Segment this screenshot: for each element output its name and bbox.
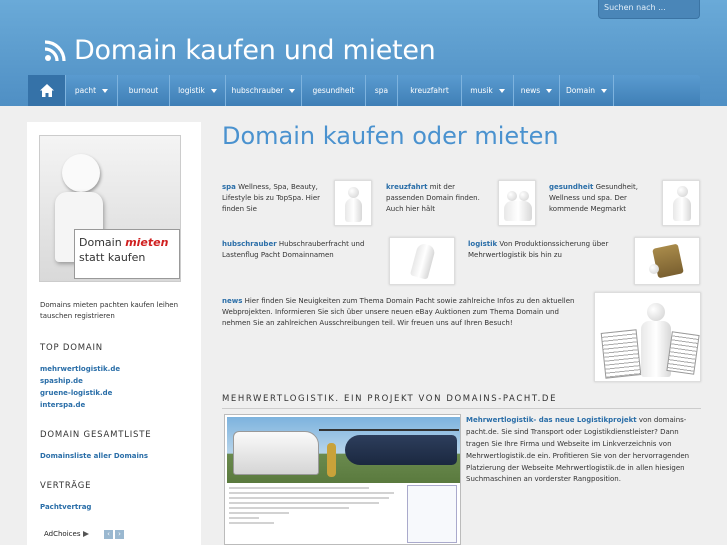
newspaper-icon — [666, 331, 700, 375]
person — [327, 443, 336, 477]
newspaper-icon — [600, 329, 642, 379]
chevron-down-icon — [210, 88, 217, 93]
blurb-link[interactable]: logistik — [468, 240, 497, 248]
helicopter-photo — [227, 417, 460, 483]
search-input[interactable]: Suchen nach ... — [598, 0, 700, 19]
blurb-link[interactable]: news — [222, 297, 242, 305]
thumb-hubschrauber[interactable] — [389, 237, 455, 285]
thumb-gesundheit[interactable] — [662, 180, 700, 226]
adchoices-icon — [83, 531, 90, 537]
page-preview-lines — [229, 487, 399, 527]
figure-head — [649, 264, 659, 274]
rotor — [319, 429, 459, 431]
page-preview-sidebar — [407, 485, 457, 543]
nav-item-domain[interactable]: Domain — [560, 75, 614, 106]
nav-item-news[interactable]: news — [514, 75, 560, 106]
figure-head — [677, 186, 688, 197]
chevron-down-icon — [601, 88, 608, 93]
project-screenshot[interactable] — [224, 414, 461, 545]
thumb-news[interactable] — [594, 292, 701, 382]
top-domain-link[interactable]: gruene-logistik.de — [40, 389, 112, 397]
figure-head — [519, 191, 529, 201]
project-link[interactable]: Mehrwertlogistik- das neue Logistikproje… — [466, 416, 637, 424]
blurb-link[interactable]: gesundheit — [549, 183, 593, 191]
figure-head — [62, 154, 100, 192]
nav-item-spa[interactable]: spa — [366, 75, 398, 106]
nav-item-logistik[interactable]: logistik — [170, 75, 226, 106]
site-header: Suchen nach ... Domain kaufen und mieten… — [0, 0, 727, 106]
divider — [222, 408, 701, 409]
blurb-link[interactable]: kreuzfahrt — [386, 183, 427, 191]
blurb-gesundheit: gesundheit Gesundheit, Wellness und spa.… — [549, 183, 638, 214]
van — [233, 431, 319, 475]
nav-item-burnout[interactable]: burnout — [118, 75, 170, 106]
blurb-link[interactable]: hubschrauber — [222, 240, 277, 248]
promo-image[interactable]: Domain mieten statt kaufen — [39, 135, 181, 282]
nav-item-musik[interactable]: musik — [462, 75, 514, 106]
main-nav: pacht burnout logistik hubschrauber gesu… — [28, 75, 700, 106]
nav-item-hubschrauber[interactable]: hubschrauber — [226, 75, 302, 106]
thumb-logistik[interactable] — [634, 237, 700, 285]
figure-body — [409, 242, 437, 280]
chevron-down-icon — [498, 88, 505, 93]
blurb-hubschrauber: hubschrauber Hubschrauberfracht und Last… — [222, 240, 365, 260]
nav-item-pacht[interactable]: pacht — [66, 75, 118, 106]
top-domain-link[interactable]: spaship.de — [40, 377, 83, 385]
helicopter — [345, 435, 457, 465]
vertraege-heading: VERTRÄGE — [40, 481, 92, 491]
promo-sign: Domain mieten statt kaufen — [74, 229, 180, 279]
chevron-down-icon — [102, 88, 109, 93]
section-title: MEHRWERTLOGISTIK. EIN PROJEKT VON DOMAIN… — [222, 394, 558, 404]
home-button[interactable] — [28, 75, 66, 106]
figure-head — [348, 187, 359, 198]
figure-body — [673, 197, 691, 221]
ad-next-button[interactable]: › — [115, 530, 124, 539]
blurb-logistik: logistik Von Produktionssicherung über M… — [468, 240, 609, 260]
figure-head — [507, 191, 517, 201]
figure-head — [647, 303, 665, 321]
sidebar: Domain mieten statt kaufen Domains miete… — [27, 122, 201, 545]
domainliste-link[interactable]: Domainsliste aller Domains — [40, 452, 148, 460]
top-domain-heading: TOP DOMAIN — [40, 343, 103, 353]
sidebar-intro: Domains mieten pachten kaufen leihen tau… — [40, 301, 179, 320]
pachtvertrag-link[interactable]: Pachtvertrag — [40, 503, 91, 511]
blurb-news: news Hier finden Sie Neuigkeiten zum The… — [222, 297, 575, 328]
thumb-kreuzfahrt[interactable] — [498, 180, 536, 226]
blurb-link[interactable]: spa — [222, 183, 236, 191]
nav-item-gesundheit[interactable]: gesundheit — [302, 75, 366, 106]
package-icon — [652, 243, 684, 279]
ad-prev-button[interactable]: ‹ — [104, 530, 113, 539]
blurb-kreuzfahrt: kreuzfahrt mit der passenden Domain find… — [386, 183, 480, 214]
figure-body — [345, 198, 362, 222]
gesamtliste-heading: DOMAIN GESAMTLISTE — [40, 430, 152, 440]
top-domain-link[interactable]: mehrwertlogistik.de — [40, 365, 120, 373]
home-icon — [39, 84, 54, 97]
blurb-spa: spa Wellness, Spa, Beauty, Lifestyle bis… — [222, 183, 321, 214]
thumb-spa[interactable] — [334, 180, 372, 226]
chevron-down-icon — [546, 88, 553, 93]
rss-icon[interactable] — [44, 40, 66, 62]
chevron-down-icon — [289, 88, 296, 93]
page-title: Domain kaufen oder mieten — [222, 122, 559, 150]
nav-item-kreuzfahrt[interactable]: kreuzfahrt — [398, 75, 462, 106]
adchoices-label[interactable]: AdChoices — [44, 530, 90, 538]
figure-body — [504, 201, 532, 221]
top-domain-link[interactable]: interspa.de — [40, 401, 85, 409]
site-title[interactable]: Domain kaufen und mieten — [74, 35, 436, 66]
project-description: Mehrwertlogistik- das neue Logistikproje… — [466, 416, 690, 484]
